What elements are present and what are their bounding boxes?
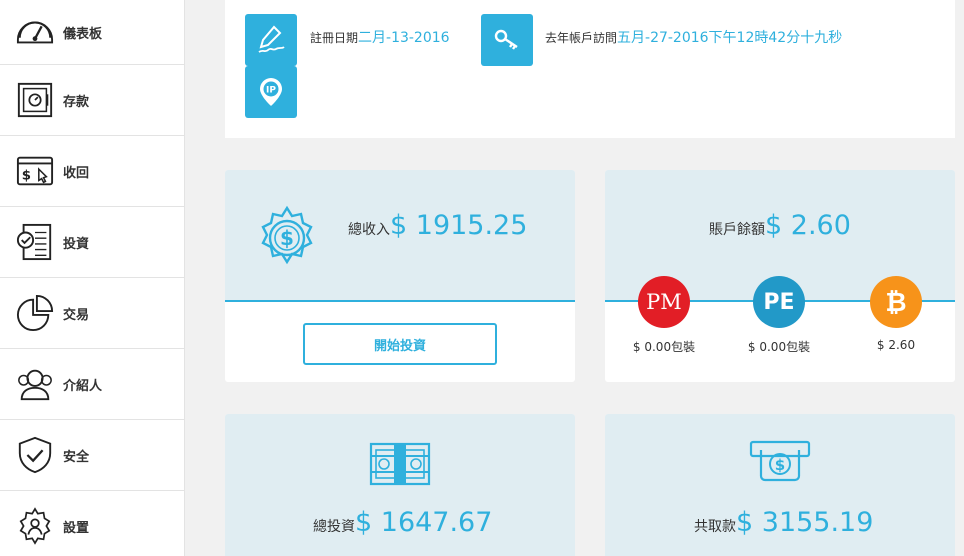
signature-pen-icon: [258, 25, 285, 53]
sidebar-item-label: 介紹人: [63, 378, 103, 394]
sidebar-item-settings[interactable]: 設置: [0, 491, 184, 556]
sidebar-item-security[interactable]: 安全: [0, 420, 184, 491]
start-invest-button[interactable]: 開始投資: [303, 323, 497, 365]
svg-text:$: $: [22, 169, 31, 184]
total-withdrawn-label: 共取款: [694, 519, 736, 535]
total-invested-amount: $ 1647.67: [355, 507, 493, 538]
last-access-label: 去年帳戶訪問: [545, 31, 618, 45]
total-invested-label: 總投資: [313, 519, 355, 535]
dollar-gear-icon: $: [261, 205, 313, 265]
sidebar-item-label: 安全: [63, 449, 90, 465]
sidebar-item-label: 交易: [63, 307, 90, 323]
sidebar-item-trade[interactable]: 交易: [0, 278, 184, 349]
withdrawn-card: $ 共取款$ 3155.19: [605, 414, 955, 556]
total-earnings-label: 總收入: [348, 222, 390, 238]
cash-stack-icon: [369, 442, 431, 486]
account-balance-amount: $ 2.60: [765, 210, 851, 241]
account-balance: 賬戶餘額$ 2.60: [709, 210, 851, 241]
sidebar-item-label: 存款: [63, 94, 90, 110]
perfect-money-balance: $ 0.00包裝: [632, 340, 696, 354]
sidebar-item-invest[interactable]: 投資: [0, 207, 184, 278]
svg-text:$: $: [775, 456, 785, 474]
pie-chart-icon: [15, 293, 55, 333]
total-invested: 總投資$ 1647.67: [313, 507, 492, 538]
payeer-icon: PE: [753, 276, 805, 328]
total-withdrawn: 共取款$ 3155.19: [694, 507, 873, 538]
perfect-money-icon: PM: [638, 276, 690, 328]
ip-badge: IP: [245, 66, 297, 118]
sidebar-item-label: 收回: [63, 165, 90, 181]
sidebar-item-deposit[interactable]: 存款: [0, 65, 184, 136]
total-earnings: 總收入$ 1915.25: [348, 210, 527, 241]
last-access-value: 五月-27-2016下午12時42分十九秒: [617, 30, 843, 46]
registration-date: 註冊日期二月-13-2016: [310, 27, 450, 47]
settings-user-icon: [15, 506, 55, 546]
invested-card: 總投資$ 1647.67: [225, 414, 575, 556]
cash-withdraw-icon: $: [749, 440, 811, 482]
account-info-card: IP 註冊日期二月-13-2016 去年帳戶訪問五月-27-2016下午12時4…: [225, 0, 955, 138]
account-balance-label: 賬戶餘額: [709, 222, 765, 238]
key-icon: [494, 29, 518, 50]
ip-badge-text: IP: [266, 86, 276, 96]
sidebar-item-label: 投資: [63, 236, 90, 252]
svg-text:$: $: [280, 226, 294, 250]
earnings-card: $ 總收入$ 1915.25 開始投資: [225, 170, 575, 382]
checklist-icon: [15, 222, 55, 262]
last-access: 去年帳戶訪問五月-27-2016下午12時42分十九秒: [545, 27, 842, 47]
sidebar-item-referrals[interactable]: 介紹人: [0, 349, 184, 420]
payeer-balance: $ 0.00包裝: [747, 340, 811, 354]
location-pin-icon: IP: [260, 78, 282, 106]
users-icon: [15, 364, 55, 404]
sidebar-item-label: 設置: [63, 520, 90, 536]
registration-date-value: 二月-13-2016: [358, 30, 450, 46]
sidebar-item-label: 儀表板: [63, 26, 103, 42]
registration-badge: [245, 14, 297, 66]
sidebar: 儀表板 存款 $ 收回 投資 交易 介紹人 安全 設置: [0, 0, 185, 556]
bitcoin-balance: $ 2.60: [876, 338, 916, 352]
sidebar-item-withdraw[interactable]: $ 收回: [0, 136, 184, 207]
shield-check-icon: [15, 435, 55, 475]
total-withdrawn-amount: $ 3155.19: [736, 507, 874, 538]
registration-date-label: 註冊日期: [310, 31, 359, 45]
withdraw-icon: $: [15, 151, 55, 191]
sidebar-item-dashboard[interactable]: 儀表板: [0, 0, 184, 65]
safe-icon: [15, 80, 55, 120]
total-earnings-amount: $ 1915.25: [390, 210, 528, 241]
balance-card: 賬戶餘額$ 2.60 PM PE ₿ $ 0.00包裝 $ 0.00包裝 $ 2…: [605, 170, 955, 382]
bitcoin-icon: ₿: [870, 276, 922, 328]
last-access-badge: [481, 14, 533, 66]
speedometer-icon: [15, 12, 55, 52]
